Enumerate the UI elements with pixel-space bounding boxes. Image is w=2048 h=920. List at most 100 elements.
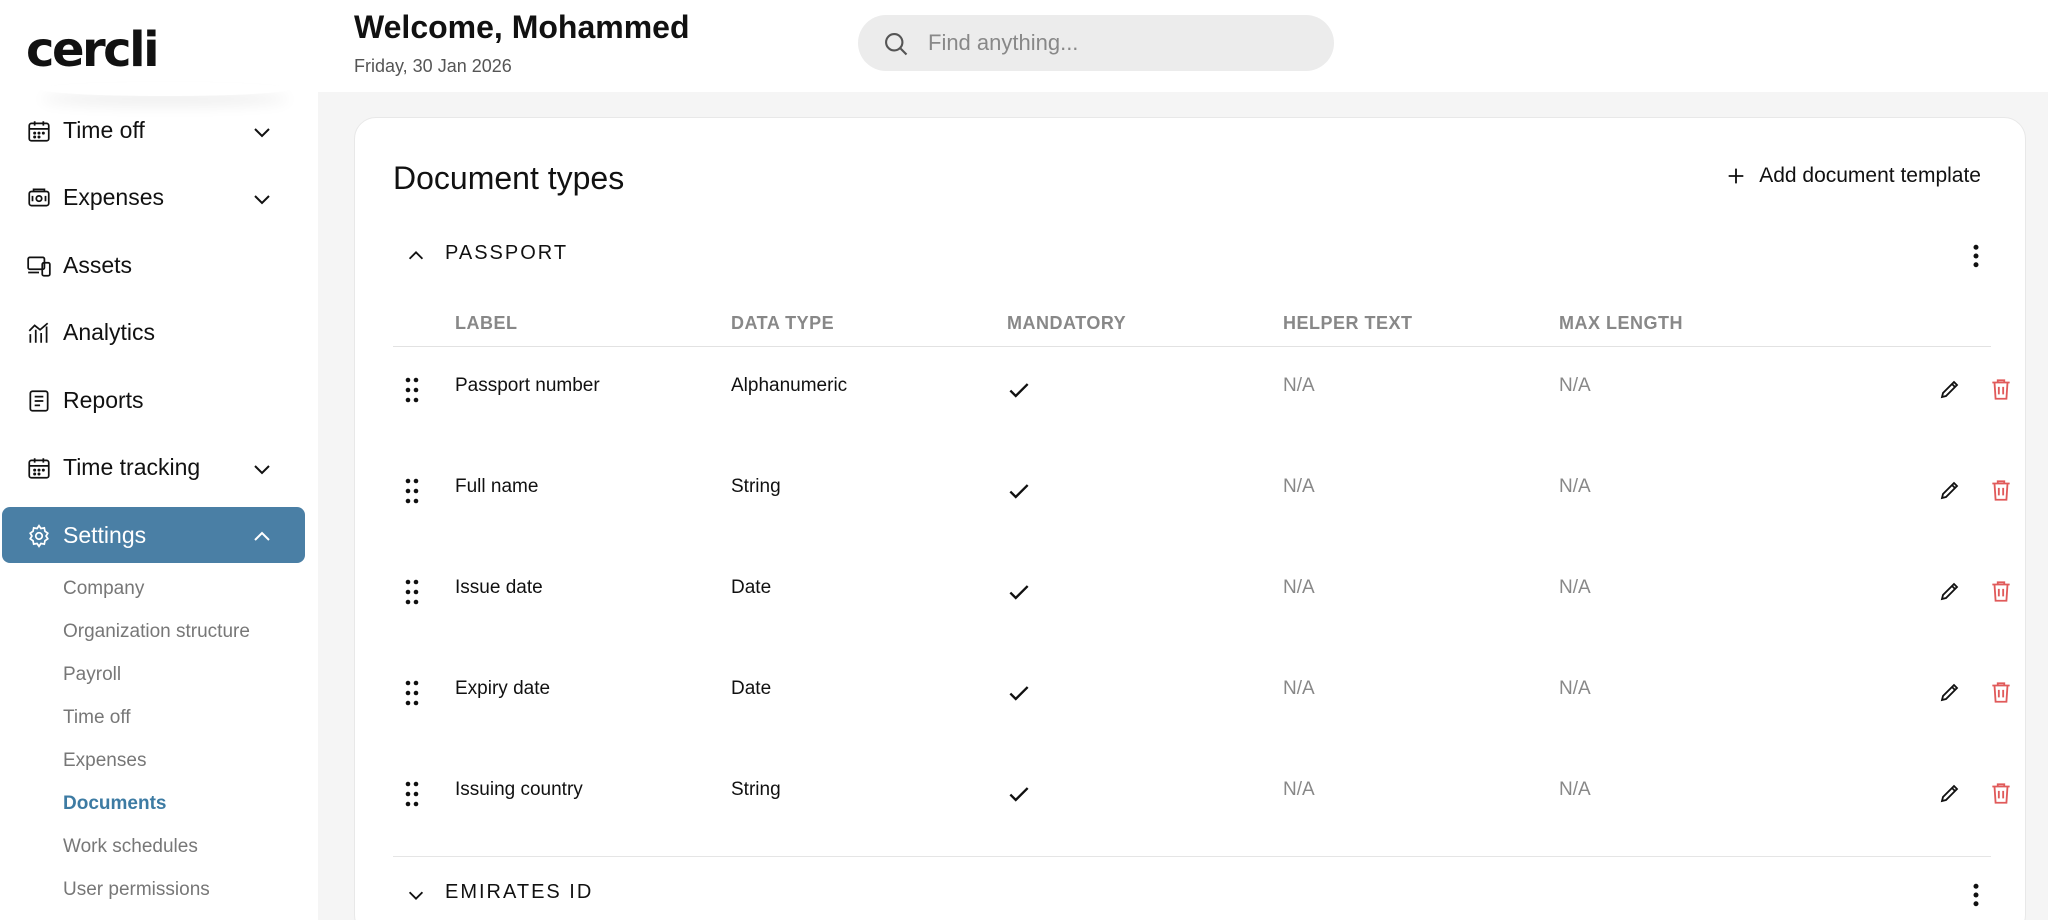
cell-max-length: N/A bbox=[1559, 375, 1591, 396]
cell-helper-text: N/A bbox=[1283, 678, 1315, 699]
cell-label: Passport number bbox=[455, 375, 600, 396]
table-row: Full name String N/A N/A bbox=[393, 449, 2010, 549]
table-header: LABEL DATA TYPE MANDATORY HELPER TEXT MA… bbox=[393, 301, 1991, 347]
chevron-down-icon[interactable] bbox=[405, 884, 427, 906]
edit-pencil-icon[interactable] bbox=[1938, 478, 1962, 502]
search-bar[interactable] bbox=[858, 15, 1334, 71]
drag-handle-icon[interactable] bbox=[403, 476, 421, 506]
cell-label: Issuing country bbox=[455, 779, 583, 800]
cell-label: Full name bbox=[455, 476, 539, 497]
column-header-max-length: MAX LENGTH bbox=[1559, 313, 1683, 333]
cell-data-type: Alphanumeric bbox=[731, 375, 848, 396]
sidebar-item-reports[interactable]: Reports bbox=[2, 372, 305, 428]
cell-data-type: Date bbox=[731, 678, 772, 699]
table-row: Expiry date Date N/A N/A bbox=[393, 651, 2010, 751]
cell-helper-text: N/A bbox=[1283, 476, 1315, 497]
delete-trash-icon[interactable] bbox=[1988, 578, 2014, 604]
cell-helper-text: N/A bbox=[1283, 577, 1315, 598]
top-header: Welcome, Mohammed Friday, 30 Jan 2026 bbox=[318, 0, 2048, 92]
sidebar-item-label: Expenses bbox=[63, 183, 165, 210]
delete-trash-icon[interactable] bbox=[1988, 376, 2014, 402]
chevron-up-icon[interactable] bbox=[405, 245, 427, 267]
settings-sub-company[interactable]: Company bbox=[63, 578, 144, 600]
cell-data-type: Date bbox=[731, 577, 772, 598]
section-emirates-id[interactable]: EMIRATES ID bbox=[393, 875, 1993, 915]
sidebar-item-assets[interactable]: Assets bbox=[2, 237, 305, 293]
settings-sub-expenses[interactable]: Expenses bbox=[63, 750, 146, 772]
cell-data-type: String bbox=[731, 779, 781, 800]
delete-trash-icon[interactable] bbox=[1988, 679, 2014, 705]
section-title: EMIRATES ID bbox=[445, 881, 594, 903]
table-row: Issuing country String N/A N/A bbox=[393, 752, 2010, 852]
section-divider bbox=[393, 856, 1991, 857]
page-title: Document types bbox=[393, 160, 625, 196]
sidebar-item-time-off[interactable]: Time off bbox=[2, 102, 305, 158]
app-logo[interactable]: cercli bbox=[26, 22, 160, 78]
sidebar: cercli Time off Expenses Assets Analytic… bbox=[0, 0, 318, 920]
report-icon bbox=[29, 390, 49, 412]
sidebar-item-label: Assets bbox=[63, 251, 133, 278]
settings-sub-organization-structure[interactable]: Organization structure bbox=[63, 621, 250, 643]
column-header-mandatory: MANDATORY bbox=[1007, 313, 1127, 333]
check-icon bbox=[1009, 383, 1029, 398]
cell-label: Expiry date bbox=[455, 678, 551, 699]
settings-sub-payroll[interactable]: Payroll bbox=[63, 664, 121, 686]
add-button-label: Add document template bbox=[1759, 164, 1981, 187]
cell-label: Issue date bbox=[455, 577, 543, 598]
cell-max-length: N/A bbox=[1559, 577, 1591, 598]
document-types-card: Document types Add document template PAS… bbox=[354, 117, 2026, 920]
drag-handle-icon[interactable] bbox=[403, 678, 421, 708]
edit-pencil-icon[interactable] bbox=[1938, 781, 1962, 805]
settings-sub-documents[interactable]: Documents bbox=[63, 793, 166, 815]
chevron-up-icon[interactable] bbox=[250, 525, 274, 549]
drag-handle-icon[interactable] bbox=[403, 779, 421, 809]
devices-icon bbox=[27, 256, 51, 277]
cell-helper-text: N/A bbox=[1283, 375, 1315, 396]
plus-icon bbox=[1728, 168, 1744, 184]
edit-pencil-icon[interactable] bbox=[1938, 579, 1962, 603]
calendar-icon bbox=[28, 458, 50, 479]
check-icon bbox=[1009, 484, 1029, 499]
sidebar-item-label: Analytics bbox=[63, 318, 156, 345]
sidebar-item-analytics[interactable]: Analytics bbox=[2, 304, 305, 360]
check-icon bbox=[1009, 787, 1029, 802]
sidebar-item-expenses[interactable]: Expenses bbox=[2, 169, 305, 225]
cell-data-type: String bbox=[731, 476, 781, 497]
logo-divider bbox=[40, 82, 290, 96]
sidebar-item-time-tracking[interactable]: Time tracking bbox=[2, 439, 305, 495]
settings-sub-time-off[interactable]: Time off bbox=[63, 707, 131, 729]
wallet-icon bbox=[28, 188, 50, 207]
more-options-icon[interactable] bbox=[1961, 879, 1991, 911]
chevron-down-icon[interactable] bbox=[250, 120, 274, 144]
chevron-down-icon[interactable] bbox=[250, 187, 274, 211]
delete-trash-icon[interactable] bbox=[1988, 780, 2014, 806]
sidebar-item-label: Time off bbox=[63, 116, 145, 143]
cell-max-length: N/A bbox=[1559, 779, 1591, 800]
check-icon bbox=[1009, 686, 1029, 701]
settings-sub-user-permissions[interactable]: User permissions bbox=[63, 879, 210, 901]
column-header-data-type: DATA TYPE bbox=[731, 313, 835, 333]
welcome-title: Welcome, Mohammed bbox=[354, 9, 690, 45]
sidebar-item-label: Settings bbox=[63, 521, 147, 548]
drag-handle-icon[interactable] bbox=[403, 577, 421, 607]
search-input[interactable] bbox=[928, 15, 1318, 71]
gear-icon bbox=[29, 524, 49, 548]
section-passport[interactable]: PASSPORT bbox=[393, 236, 1993, 276]
search-icon bbox=[885, 33, 908, 56]
settings-sub-work-schedules[interactable]: Work schedules bbox=[63, 836, 198, 858]
add-document-template-button[interactable]: Add document template bbox=[1725, 164, 1981, 188]
chevron-down-icon[interactable] bbox=[250, 457, 274, 481]
edit-pencil-icon[interactable] bbox=[1938, 377, 1962, 401]
edit-pencil-icon[interactable] bbox=[1938, 680, 1962, 704]
delete-trash-icon[interactable] bbox=[1988, 477, 2014, 503]
sidebar-item-label: Reports bbox=[63, 386, 144, 413]
table-row: Passport number Alphanumeric N/A N/A bbox=[393, 348, 2010, 448]
drag-handle-icon[interactable] bbox=[403, 375, 421, 405]
more-options-icon[interactable] bbox=[1961, 240, 1991, 272]
cell-max-length: N/A bbox=[1559, 476, 1591, 497]
analytics-icon bbox=[28, 322, 49, 343]
cell-helper-text: N/A bbox=[1283, 779, 1315, 800]
sidebar-item-label: Time tracking bbox=[63, 453, 201, 480]
cell-max-length: N/A bbox=[1559, 678, 1591, 699]
sidebar-item-settings[interactable]: Settings bbox=[2, 507, 305, 563]
